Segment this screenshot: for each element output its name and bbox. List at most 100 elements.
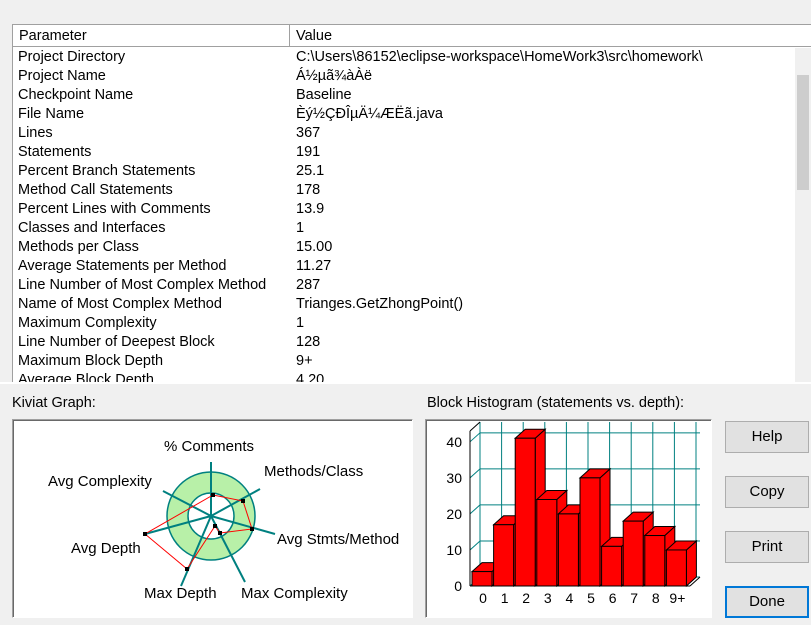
parameter-cell: Project Name xyxy=(18,68,106,84)
value-cell: C:\Users\86152\eclipse-workspace\HomeWor… xyxy=(296,49,703,65)
y-axis-top xyxy=(469,421,481,432)
parameter-cell: Name of Most Complex Method xyxy=(18,296,222,312)
y-tick-label: 30 xyxy=(446,470,462,486)
parameter-cell: Line Number of Deepest Block xyxy=(18,334,215,350)
scrollbar-thumb[interactable] xyxy=(797,75,809,190)
block-histogram-panel: 0 10 20 30 40 0 1 2 3 4 5 6 7 8 9+ xyxy=(425,419,712,618)
value-cell: 367 xyxy=(296,125,321,141)
grid-line xyxy=(469,432,481,443)
table-row[interactable]: Name of Most Complex Method Trianges.GetZ… xyxy=(13,295,796,314)
x-tick-label: 4 xyxy=(566,590,574,606)
vertical-scrollbar[interactable] xyxy=(795,48,811,382)
print-button[interactable]: Print xyxy=(725,531,809,563)
parameter-cell: Methods per Class xyxy=(18,239,139,255)
help-button[interactable]: Help xyxy=(725,421,809,453)
y-tick-label: 0 xyxy=(454,578,462,594)
x-tick-label: 6 xyxy=(609,590,617,606)
parameter-cell: Method Call Statements xyxy=(18,182,173,198)
histogram-bar xyxy=(601,545,623,587)
parameter-cell: Checkpoint Name xyxy=(18,87,134,103)
kiviat-point-avg-stmts-per-method xyxy=(250,527,254,531)
x-tick-label: 5 xyxy=(587,590,595,606)
kiviat-point-avg-depth xyxy=(185,567,189,571)
value-cell: 15.00 xyxy=(296,239,333,255)
table-row[interactable]: Statements 191 xyxy=(13,143,796,162)
table-row[interactable]: Project Name Á½µã¾àÀë xyxy=(13,67,796,86)
x-tick-label: 3 xyxy=(544,590,552,606)
value-cell: 128 xyxy=(296,334,321,350)
table-row[interactable]: Percent Lines with Comments 13.9 xyxy=(13,200,796,219)
table-divider xyxy=(0,382,811,384)
table-row[interactable]: Methods per Class 15.00 xyxy=(13,238,796,257)
grid-line xyxy=(469,540,481,551)
parameter-cell: Line Number of Most Complex Method xyxy=(18,277,267,293)
kiviat-graph: % Comments Methods/Class Avg Stmts/Metho… xyxy=(48,438,399,602)
grid-line xyxy=(469,468,481,479)
block-histogram-label: Block Histogram (statements vs. depth): xyxy=(427,395,685,411)
column-header-parameter[interactable]: Parameter xyxy=(13,25,290,47)
table-row[interactable]: Average Block Depth 4.20 xyxy=(13,371,796,382)
y-tick-label: 20 xyxy=(446,506,462,522)
block-histogram-chart: 0102030400 1 2 3 4 5 6 7 8 9+ xyxy=(446,421,701,606)
table-row[interactable]: Checkpoint Name Baseline xyxy=(13,86,796,105)
axis-label-comments: % Comments xyxy=(164,438,254,455)
histogram-bar xyxy=(579,477,601,587)
axis-label-avg-stmts-per-method: Avg Stmts/Method xyxy=(277,531,399,548)
parameter-cell: Lines xyxy=(18,125,53,141)
parameter-cell: Classes and Interfaces xyxy=(18,220,166,236)
copy-button[interactable]: Copy xyxy=(725,476,809,508)
table-row[interactable]: Lines 367 xyxy=(13,124,796,143)
value-cell: 11.27 xyxy=(296,258,332,274)
table-row[interactable]: Percent Branch Statements 25.1 xyxy=(13,162,796,181)
parameter-cell: Project Directory xyxy=(18,49,126,65)
y-tick-label: 10 xyxy=(446,542,462,558)
table-row[interactable]: Line Number of Deepest Block 128 xyxy=(13,333,796,352)
y-tick-label: 40 xyxy=(446,434,462,450)
value-cell: 13.9 xyxy=(296,201,325,217)
parameter-cell: Statements xyxy=(18,144,92,160)
kiviat-point-methods-per-class xyxy=(241,499,245,503)
x-tick-label: 0 xyxy=(479,590,487,606)
kiviat-point-avg-complexity xyxy=(143,532,147,536)
value-cell: 9+ xyxy=(296,353,313,369)
kiviat-graph-panel: % Comments Methods/Class Avg Stmts/Metho… xyxy=(12,419,413,618)
grid-line xyxy=(469,504,481,515)
table-row[interactable]: Maximum Block Depth 9+ xyxy=(13,352,796,371)
axis-label-avg-complexity: Avg Complexity xyxy=(48,473,152,490)
parameter-cell: Maximum Complexity xyxy=(18,315,157,331)
table-row[interactable]: Method Call Statements 178 xyxy=(13,181,796,200)
parameter-cell: Percent Lines with Comments xyxy=(18,201,211,217)
table-row[interactable]: Classes and Interfaces 1 xyxy=(13,219,796,238)
axis-label-max-depth: Max Depth xyxy=(144,585,217,602)
parameter-cell: File Name xyxy=(18,106,85,122)
axis-label-methods-per-class: Methods/Class xyxy=(264,463,363,480)
table-rows: Project Directory C:\Users\86152\eclipse-… xyxy=(13,48,796,382)
kiviat-graph-label: Kiviat Graph: xyxy=(12,395,96,411)
histogram-bar xyxy=(622,520,644,587)
value-cell: Èý½ÇÐÎµÄ¼ÆËã.java xyxy=(296,106,443,122)
histogram-bar xyxy=(493,524,515,587)
table-row[interactable]: File Name Èý½ÇÐÎµÄ¼ÆËã.java xyxy=(13,105,796,124)
column-header-value[interactable]: Value xyxy=(290,25,811,47)
value-cell: 4.20 xyxy=(296,372,325,382)
x-tick-label: 7 xyxy=(630,590,638,606)
parameter-cell: Percent Branch Statements xyxy=(18,163,196,179)
histogram-bar xyxy=(471,571,493,587)
x-tick-label: 2 xyxy=(522,590,530,606)
table-row[interactable]: Average Statements per Method 11.27 xyxy=(13,257,796,276)
kiviat-point-max-depth xyxy=(213,524,217,528)
x-tick-label: 8 xyxy=(652,590,660,606)
metrics-table: Parameter Value Project Directory C:\User… xyxy=(12,24,811,382)
table-row[interactable]: Project Directory C:\Users\86152\eclipse-… xyxy=(13,48,796,67)
parameter-cell: Maximum Block Depth xyxy=(18,353,164,369)
value-cell: 191 xyxy=(296,144,321,160)
value-cell: Á½µã¾àÀë xyxy=(296,68,373,84)
table-row[interactable]: Maximum Complexity 1 xyxy=(13,314,796,333)
table-header: Parameter Value xyxy=(13,25,811,47)
histogram-bar xyxy=(514,437,536,587)
value-cell: Baseline xyxy=(296,87,352,103)
table-row[interactable]: Line Number of Most Complex Method 287 xyxy=(13,276,796,295)
kiviat-point-max-complexity xyxy=(218,531,222,535)
done-button[interactable]: Done xyxy=(725,586,809,618)
parameter-cell: Average Statements per Method xyxy=(18,258,227,274)
